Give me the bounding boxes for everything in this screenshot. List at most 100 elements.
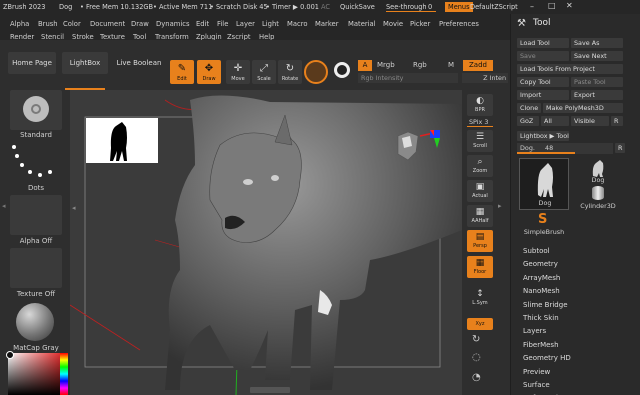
m-toggle[interactable]: M xyxy=(448,61,454,69)
goz-visible-button[interactable]: Visible xyxy=(571,116,609,126)
save-button[interactable]: Save xyxy=(517,51,569,61)
menu-dynamics[interactable]: Dynamics xyxy=(156,20,190,28)
close-icon[interactable]: ✕ xyxy=(566,1,573,10)
paste-tool-button[interactable]: Paste Tool xyxy=(571,77,623,87)
spix-slider[interactable] xyxy=(467,126,493,127)
home-page-button[interactable]: Home Page xyxy=(8,52,56,74)
lightbox-button[interactable]: LightBox xyxy=(62,52,108,74)
menu-document[interactable]: Document xyxy=(90,20,125,28)
right-collapse-icon[interactable]: ▸ xyxy=(498,202,502,210)
quicksave-button[interactable]: QuickSave xyxy=(340,3,375,11)
subpalette-preview[interactable]: Preview xyxy=(523,368,550,376)
alpha-tile[interactable] xyxy=(10,195,62,235)
scale-button[interactable]: ⤢ Scale xyxy=(252,60,276,84)
tool-thumb-dog2[interactable]: Dog xyxy=(573,158,623,184)
draw-button[interactable]: ✥ Draw xyxy=(197,60,221,84)
goz-button[interactable]: GoZ xyxy=(517,116,539,126)
edit-button[interactable]: ✎ Edit xyxy=(170,60,194,84)
menu-alpha[interactable]: Alpha xyxy=(10,20,29,28)
menu-macro[interactable]: Macro xyxy=(287,20,308,28)
rotate-button[interactable]: ↻ Rotate xyxy=(278,60,302,84)
subpalette-subtool[interactable]: Subtool xyxy=(523,247,550,255)
lightbox-tools-button[interactable]: Lightbox ▶ Tools xyxy=(517,131,569,141)
goz-r-button[interactable]: R xyxy=(611,116,623,126)
lsym-button[interactable]: ↕ L.Sym xyxy=(467,287,493,309)
z-intensity-slider[interactable]: Z Inten xyxy=(462,73,508,83)
menu-color[interactable]: Color xyxy=(63,20,81,28)
move-button[interactable]: ✛ Move xyxy=(226,60,250,84)
material-sphere-icon[interactable] xyxy=(304,60,328,84)
xyz-button[interactable]: Xyz xyxy=(467,318,493,330)
subpalette-nanomesh[interactable]: NanoMesh xyxy=(523,287,560,295)
tool-palette-title[interactable]: Tool xyxy=(533,18,550,28)
seethrough-slider[interactable] xyxy=(386,11,436,12)
menu-light[interactable]: Light xyxy=(262,20,279,28)
dog-tool-slider[interactable]: Dog. 48 xyxy=(517,143,613,154)
default-zscript[interactable]: DefaultZScript xyxy=(470,3,518,11)
subpalette-arraymesh[interactable]: ArrayMesh xyxy=(523,274,560,282)
make-polymesh-button[interactable]: Make PolyMesh3D xyxy=(543,103,623,113)
tool-thumb-simplebrush[interactable]: S SimpleBrush xyxy=(519,212,569,240)
actual-button[interactable]: ▣ Actual xyxy=(467,180,493,202)
menu-movie[interactable]: Movie xyxy=(383,20,403,28)
scroll-button[interactable]: ☰ Scroll xyxy=(467,130,493,152)
color-picker[interactable] xyxy=(6,351,64,395)
subpalette-layers[interactable]: Layers xyxy=(523,327,546,335)
menu-picker[interactable]: Picker xyxy=(410,20,430,28)
menu-material[interactable]: Material xyxy=(348,20,376,28)
subpalette-thick-skin[interactable]: Thick Skin xyxy=(523,314,559,322)
save-next-button[interactable]: Save Next xyxy=(571,51,623,61)
dog-slider-r-button[interactable]: R xyxy=(615,143,625,153)
menu-file[interactable]: File xyxy=(217,20,228,28)
save-as-button[interactable]: Save As xyxy=(571,38,623,48)
persp-button[interactable]: ▤ Persp xyxy=(467,230,493,252)
matcap-tile[interactable] xyxy=(10,301,62,341)
mrgb-toggle[interactable]: Mrgb xyxy=(377,61,395,69)
stroke-dots-tile[interactable] xyxy=(10,142,62,182)
rgb-intensity-slider[interactable]: Rgb Intensity xyxy=(358,73,458,83)
tool-thumb-cylinder[interactable]: Cylinder3D xyxy=(573,186,623,212)
subpalette-fibermesh[interactable]: FiberMesh xyxy=(523,341,559,349)
texture-tile[interactable] xyxy=(10,248,62,288)
menu-marker[interactable]: Marker xyxy=(315,20,339,28)
tool-thumb-dog-selected[interactable]: Dog xyxy=(519,158,569,210)
menu-draw[interactable]: Draw xyxy=(131,20,149,28)
seethrough-label[interactable]: See-through xyxy=(386,3,427,11)
ghost-icon[interactable]: ◔ xyxy=(472,372,481,383)
minimize-icon[interactable]: – xyxy=(530,2,534,11)
bottom-tray-handle[interactable] xyxy=(250,387,290,393)
goz-all-button[interactable]: All xyxy=(541,116,569,126)
load-tools-from-project-button[interactable]: Load Tools From Project xyxy=(517,64,623,74)
subpalette-geometry-hd[interactable]: Geometry HD xyxy=(523,354,571,362)
export-button[interactable]: Export xyxy=(571,90,623,100)
transp-icon[interactable]: ◌ xyxy=(472,352,481,363)
zoom-button[interactable]: ⌕ Zoom xyxy=(467,155,493,177)
aahalf-button[interactable]: ▦ AAHalf xyxy=(467,205,493,227)
load-tool-button[interactable]: Load Tool xyxy=(517,38,569,48)
menu-edit[interactable]: Edit xyxy=(196,20,209,28)
viewport-left-arrow-icon[interactable]: ◂ xyxy=(72,204,76,212)
spix-label[interactable]: SPix 3 xyxy=(469,118,488,126)
menu-preferences[interactable]: Preferences xyxy=(439,20,479,28)
bpr-button[interactable]: ◐ BPR xyxy=(467,94,493,116)
menus-button[interactable]: Menus xyxy=(445,2,473,12)
hue-strip[interactable] xyxy=(60,353,68,395)
rgb-toggle[interactable]: Rgb xyxy=(413,61,427,69)
clone-button[interactable]: Clone xyxy=(517,103,541,113)
subpalette-surface[interactable]: Surface xyxy=(523,381,550,389)
menu-layer[interactable]: Layer xyxy=(236,20,255,28)
left-collapse-icon[interactable]: ◂ xyxy=(2,202,7,210)
copy-tool-button[interactable]: Copy Tool xyxy=(517,77,569,87)
subpalette-geometry[interactable]: Geometry xyxy=(523,260,558,268)
navigation-gizmo[interactable] xyxy=(390,130,440,168)
brush-standard-tile[interactable] xyxy=(10,90,62,130)
subpalette-slime-bridge[interactable]: Slime Bridge xyxy=(523,301,568,309)
rotate-view-icon[interactable]: ↻ xyxy=(472,334,480,345)
gradient-icon[interactable] xyxy=(334,62,350,78)
maximize-icon[interactable]: □ xyxy=(548,1,556,10)
zadd-toggle[interactable]: Zadd xyxy=(463,60,493,71)
a-toggle[interactable]: A xyxy=(358,60,372,71)
menu-brush[interactable]: Brush xyxy=(38,20,58,28)
color-picker-handle[interactable] xyxy=(6,351,14,359)
floor-button[interactable]: ▦ Floor xyxy=(467,256,493,278)
